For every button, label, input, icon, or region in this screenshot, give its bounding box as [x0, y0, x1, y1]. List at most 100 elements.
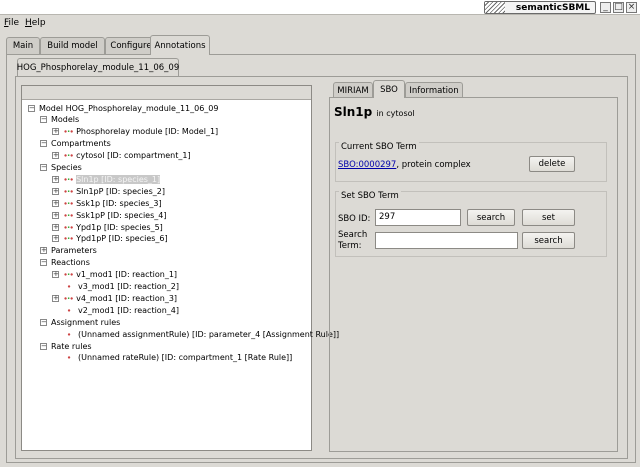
annotation-status-icon: ∙∙∙ [63, 127, 74, 137]
tree-row[interactable]: + ∙∙∙ v4_mod1 [ID: reaction_3] [52, 292, 177, 304]
delete-button[interactable]: delete [529, 156, 575, 172]
close-icon[interactable]: × [626, 2, 637, 13]
tree-row-label: Reactions [51, 258, 90, 268]
tree-row[interactable]: + ∙∙∙ Ypd1p [ID: species_5] [52, 221, 163, 233]
tree-row[interactable]: + ∙∙∙ Sln1p [ID: species_1] [52, 173, 161, 185]
tree-row[interactable]: − Species [40, 162, 82, 174]
collapse-icon[interactable]: − [40, 259, 47, 267]
search-term-input[interactable] [375, 232, 518, 249]
tree-row[interactable]: − Reactions [40, 257, 90, 269]
tree-row-label: (Unnamed rateRule) [ID: compartment_1 [R… [78, 353, 293, 363]
tree-row-label: Rate rules [51, 341, 92, 351]
tree-row[interactable]: ∙ (Unnamed rateRule) [ID: compartment_1 [… [64, 352, 292, 364]
tree-row[interactable]: + ∙∙∙ Ssk1p [ID: species_3] [52, 197, 162, 209]
tree-row-label: (Unnamed assignmentRule) [ID: parameter_… [78, 329, 340, 339]
tree-row[interactable]: + Parameters [40, 245, 97, 257]
tree-header [22, 86, 311, 100]
tab-annotations[interactable]: Annotations [150, 35, 210, 55]
sbo-pane: Sln1p in cytosol Current SBO Term SBO:00… [329, 97, 618, 452]
annotation-status-icon: ∙∙∙ [63, 210, 74, 220]
tree-row-label: Parameters [51, 246, 97, 256]
tree-row[interactable]: − Assignment rules [40, 316, 120, 328]
sbo-search-button[interactable]: search [467, 209, 515, 226]
tree-row[interactable]: ∙ (Unnamed assignmentRule) [ID: parameter… [64, 328, 339, 340]
expand-icon[interactable]: + [52, 152, 59, 160]
minimize-icon[interactable]: _ [600, 2, 611, 13]
tree-row[interactable]: − Model HOG_Phosphorelay_module_11_06_09 [28, 102, 219, 114]
window-title: semanticSBML [484, 1, 596, 14]
expand-icon[interactable]: + [52, 187, 59, 195]
collapse-icon[interactable]: − [40, 342, 47, 350]
annotation-status-icon: ∙ [66, 282, 72, 291]
tree-row-label: Ssk1p [ID: species_3] [76, 198, 162, 208]
tree-row-label: Models [51, 115, 80, 125]
document-pane: − Model HOG_Phosphorelay_module_11_06_09−… [15, 76, 628, 459]
sbo-id-input[interactable]: 297 [375, 209, 461, 226]
tree-row-label: Ypd1p [ID: species_5] [76, 222, 163, 232]
tree-row-label: Assignment rules [51, 317, 121, 327]
expand-icon[interactable]: + [52, 235, 59, 243]
maximize-icon[interactable]: □ [613, 2, 624, 13]
annotation-status-icon: ∙∙∙ [63, 222, 74, 232]
tree-row[interactable]: + ∙∙∙ Sln1pP [ID: species_2] [52, 185, 165, 197]
tab-miriam[interactable]: MIRIAM [333, 82, 373, 98]
tree-row-label: v2_mod1 [ID: reaction_4] [78, 305, 179, 315]
expand-icon[interactable]: + [40, 247, 47, 255]
tree-row-label: Ssk1pP [ID: species_4] [76, 210, 167, 220]
tree-row[interactable]: + ∙∙∙ v1_mod1 [ID: reaction_1] [52, 269, 177, 281]
annotation-status-icon: ∙∙∙ [63, 270, 74, 280]
tab-sbo[interactable]: SBO [373, 80, 405, 98]
tree-row[interactable]: + ∙∙∙ cytosol [ID: compartment_1] [52, 150, 191, 162]
annotation-status-icon: ∙∙∙ [63, 234, 74, 244]
expand-icon[interactable]: + [52, 271, 59, 279]
model-tree[interactable]: − Model HOG_Phosphorelay_module_11_06_09−… [21, 85, 339, 451]
tree-row-label: v1_mod1 [ID: reaction_1] [76, 270, 178, 280]
tree-row[interactable]: − Rate rules [40, 340, 92, 352]
sbo-term-link[interactable]: SBO:0000297 [338, 160, 396, 170]
tree-row-label: Sln1pP [ID: species_2] [76, 186, 165, 196]
collapse-icon[interactable]: − [40, 140, 47, 148]
expand-icon[interactable]: + [52, 199, 59, 207]
tree-row[interactable]: ∙ v3_mod1 [ID: reaction_2] [64, 281, 179, 293]
term-search-button[interactable]: search [522, 232, 575, 249]
tree-row[interactable]: + ∙∙∙ Ssk1pP [ID: species_4] [52, 209, 166, 221]
current-sbo-label: Current SBO Term [339, 142, 419, 152]
sbo-set-button[interactable]: set [522, 209, 575, 226]
tree-row[interactable]: + ∙∙∙ Phosphorelay module [ID: Model_1] [52, 126, 218, 138]
expand-icon[interactable]: + [52, 175, 59, 183]
expand-icon[interactable]: + [52, 128, 59, 136]
expand-icon[interactable]: + [52, 211, 59, 219]
tree-body: − Model HOG_Phosphorelay_module_11_06_09−… [22, 100, 339, 450]
collapse-icon[interactable]: − [40, 318, 47, 326]
annotation-status-icon: ∙∙∙ [63, 186, 74, 196]
annotation-status-icon: ∙∙∙ [63, 293, 74, 303]
sbo-id-label: SBO ID: [338, 214, 371, 224]
tab-information[interactable]: Information [405, 82, 463, 98]
tab-build-model[interactable]: Build model [40, 37, 105, 54]
tree-row-label: v3_mod1 [ID: reaction_2] [78, 282, 179, 291]
expand-icon[interactable]: + [52, 294, 59, 302]
tree-row-label: Ypd1pP [ID: species_6] [76, 234, 168, 244]
annotation-status-icon: ∙ [66, 353, 72, 363]
tree-row[interactable]: − Compartments [40, 138, 111, 150]
menu-file[interactable]: File [4, 18, 19, 28]
tree-row[interactable]: + ∙∙∙ Ypd1pP [ID: species_6] [52, 233, 168, 245]
collapse-icon[interactable]: − [40, 164, 47, 171]
tab-document[interactable]: HOG_Phosphorelay_module_11_06_09 [17, 58, 179, 76]
expand-icon[interactable]: + [52, 223, 59, 231]
search-term-label-2: Term: [338, 241, 362, 251]
collapse-icon[interactable]: − [28, 104, 35, 112]
title-bar: semanticSBML _ □ × [0, 0, 640, 15]
collapse-icon[interactable]: − [40, 116, 47, 124]
tree-row-label: Model HOG_Phosphorelay_module_11_06_09 [39, 103, 219, 113]
current-sbo-group: Current SBO Term SBO:0000297, protein co… [335, 142, 607, 182]
annotations-pane: HOG_Phosphorelay_module_11_06_09 − Model … [6, 54, 636, 463]
tab-main[interactable]: Main [6, 37, 40, 54]
tree-row[interactable]: ∙ v2_mod1 [ID: reaction_4] [64, 304, 179, 316]
set-sbo-label: Set SBO Term [339, 191, 401, 201]
menu-help[interactable]: Help [25, 18, 46, 28]
tree-row[interactable]: − Models [40, 114, 79, 126]
tree-row-label: v4_mod1 [ID: reaction_3] [76, 293, 178, 303]
menu-bar: File Help [0, 15, 640, 31]
annotation-status-icon: ∙ [66, 305, 72, 315]
